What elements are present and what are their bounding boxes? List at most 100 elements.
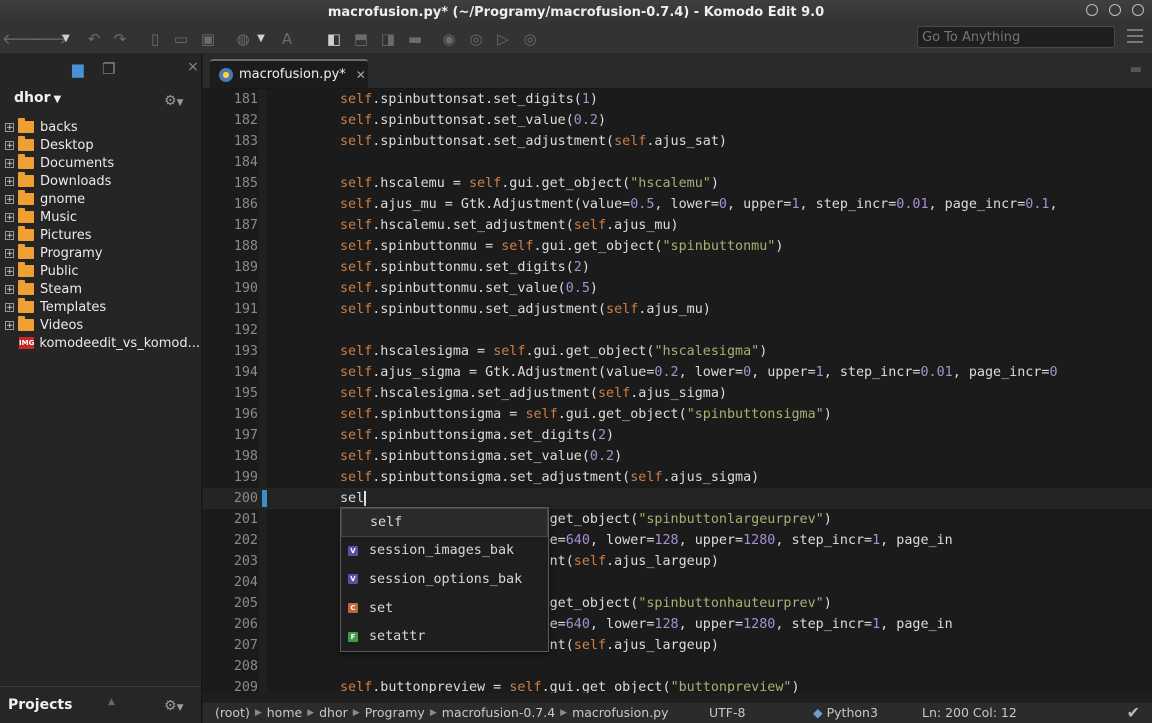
autocomplete-item[interactable]: Vsession_options_bak [341, 565, 548, 594]
code-line[interactable]: 189 self.spinbuttonmu.set_digits(2) [203, 257, 1152, 278]
expand-icon[interactable]: + [5, 176, 14, 186]
code-line[interactable]: 209 self.buttonpreview = self.gui.get_obj… [203, 677, 1152, 693]
code-line[interactable]: 183 self.spinbuttonsat.set_adjustment(sel… [203, 131, 1152, 152]
expand-icon[interactable]: + [5, 194, 14, 204]
breadcrumb-item[interactable]: macrofusion.py [572, 705, 668, 720]
open-folder-icon[interactable]: ▭ [171, 24, 191, 53]
expand-icon[interactable]: + [5, 212, 14, 222]
code-line[interactable]: 196 self.spinbuttonsigma = self.gui.get_o… [203, 404, 1152, 425]
code-line[interactable]: 194 self.ajus_sigma = Gtk.Adjustment(valu… [203, 362, 1152, 383]
autocomplete-item[interactable]: Vsession_images_bak [341, 537, 548, 566]
places-gear-icon[interactable]: ⚙▼ [164, 93, 183, 109]
code-line[interactable]: 199 self.spinbuttonsigma.set_adjustment(s… [203, 467, 1152, 488]
code-line[interactable]: 208 [203, 656, 1152, 677]
tree-item-music[interactable]: + Music [0, 208, 200, 226]
maximize-button[interactable] [1109, 4, 1121, 16]
hamburger-menu-icon[interactable] [1127, 29, 1143, 47]
expand-icon[interactable]: + [5, 284, 14, 294]
code-line[interactable]: 190 self.spinbuttonmu.set_value(0.5) [203, 278, 1152, 299]
code-line[interactable]: 182 self.spinbuttonsat.set_value(0.2) [203, 110, 1152, 131]
go-to-anything-input[interactable] [917, 26, 1115, 48]
breadcrumb-separator-icon: ▶ [560, 707, 568, 718]
code-token: .spinbuttonmu.set_adjustment( [372, 302, 607, 317]
print-icon[interactable]: ▬ [404, 24, 426, 53]
tree-item-public[interactable]: + Public [0, 262, 200, 280]
code-line[interactable]: 186 self.ajus_mu = Gtk.Adjustment(value=0… [203, 194, 1152, 215]
code-line[interactable]: 195 self.hscalesigma.set_adjustment(self.… [203, 383, 1152, 404]
new-file-icon[interactable]: ▯ [145, 24, 165, 53]
code-text: self.buttonpreview = self.gui.get_object… [340, 677, 800, 693]
globe-icon[interactable]: ◍ [233, 24, 253, 53]
expand-icon[interactable]: + [5, 122, 14, 132]
tree-item-documents[interactable]: + Documents [0, 154, 200, 172]
tree-item-gnome[interactable]: + gnome [0, 190, 200, 208]
editor-tab-macrofusion[interactable]: ● macrofusion.py* ✕ [210, 59, 368, 88]
breadcrumb-item[interactable]: home [267, 705, 302, 720]
bottom-pane-toggle-icon[interactable]: ⬒ [350, 24, 372, 53]
stop-macro-icon[interactable]: ◎ [465, 24, 487, 53]
projects-gear-icon[interactable]: ⚙▼ [164, 698, 183, 714]
breadcrumb-item[interactable]: macrofusion-0.7.4 [442, 705, 555, 720]
code-line[interactable]: 181 self.spinbuttonsat.set_digits(1) [203, 89, 1152, 110]
breadcrumb-item[interactable]: dhor [319, 705, 348, 720]
language-indicator[interactable]: ◆ Python3 [813, 705, 878, 720]
current-code-line[interactable]: 200 sel [203, 488, 1152, 509]
collapse-up-icon[interactable]: ▲ [108, 697, 115, 707]
autocomplete-item[interactable]: Cset [341, 594, 548, 623]
code-line[interactable]: 198 self.spinbuttonsigma.set_value(0.2) [203, 446, 1152, 467]
expand-icon[interactable]: + [5, 230, 14, 240]
tree-item-steam[interactable]: + Steam [0, 280, 200, 298]
encoding-indicator[interactable]: UTF-8 [709, 705, 745, 720]
code-line[interactable]: 185 self.hscalemu = self.gui.get_object("… [203, 173, 1152, 194]
font-icon[interactable]: A [277, 24, 297, 53]
right-pane-toggle-icon[interactable]: ◨ [377, 24, 399, 53]
play-macro-icon[interactable]: ▷ [492, 24, 514, 53]
code-line[interactable]: 192 [203, 320, 1152, 341]
left-pane-toggle-icon[interactable]: ◧ [323, 24, 345, 53]
code-line[interactable]: 193 self.hscalesigma = self.gui.get_objec… [203, 341, 1152, 362]
code-line[interactable]: 187 self.hscalemu.set_adjustment(self.aju… [203, 215, 1152, 236]
browser-chevron-down-icon[interactable]: ▼ [254, 24, 268, 53]
tree-item-image-file[interactable]: IMG komodeedit_vs_komod... [0, 334, 200, 352]
code-line[interactable]: 191 self.spinbuttonmu.set_adjustment(self… [203, 299, 1152, 320]
close-window-button[interactable] [1132, 4, 1144, 16]
expand-icon[interactable]: + [5, 266, 14, 276]
code-line[interactable]: 184 [203, 152, 1152, 173]
line-number: 209 [233, 680, 258, 693]
tree-item-templates[interactable]: + Templates [0, 298, 200, 316]
autocomplete-label: setattr [369, 629, 426, 645]
expand-icon[interactable]: + [5, 302, 14, 312]
tree-item-backs[interactable]: + backs [0, 118, 200, 136]
close-pane-icon[interactable]: × [187, 59, 199, 75]
save-macro-icon[interactable]: ◎ [519, 24, 541, 53]
places-root-selector[interactable]: dhor ▼ [14, 90, 61, 106]
autocomplete-item[interactable]: Fsetattr [341, 622, 548, 651]
tree-item-downloads[interactable]: + Downloads [0, 172, 200, 190]
tree-item-videos[interactable]: + Videos [0, 316, 200, 334]
save-icon[interactable]: ▣ [198, 24, 218, 53]
expand-icon[interactable]: + [5, 158, 14, 168]
open-files-tab-icon[interactable]: ❐ [102, 60, 115, 78]
close-tab-icon[interactable]: ✕ [356, 68, 366, 82]
breadcrumb-item[interactable]: (root) [215, 705, 250, 720]
syntax-check-icon[interactable]: ✔ [1127, 703, 1140, 722]
undo-icon[interactable]: ↶ [84, 24, 104, 53]
record-macro-icon[interactable]: ◉ [438, 24, 460, 53]
breadcrumb-item[interactable]: Programy [365, 705, 425, 720]
autocomplete-item[interactable]: self [341, 508, 548, 537]
code-line[interactable]: 197 self.spinbuttonsigma.set_digits(2) [203, 425, 1152, 446]
tree-item-programy[interactable]: + Programy [0, 244, 200, 262]
places-tab-folder-icon[interactable]: ▆ [72, 60, 84, 78]
tab-list-icon[interactable]: ▬ [1130, 62, 1142, 77]
expand-icon[interactable]: + [5, 320, 14, 330]
minimize-button[interactable] [1086, 4, 1098, 16]
tree-item-desktop[interactable]: + Desktop [0, 136, 200, 154]
expand-icon[interactable]: + [5, 140, 14, 150]
code-line[interactable]: 188 self.spinbuttonmu = self.gui.get_obje… [203, 236, 1152, 257]
projects-label[interactable]: Projects [8, 697, 72, 713]
history-chevron-down-icon[interactable]: ▼ [58, 24, 74, 53]
expand-icon[interactable]: + [5, 248, 14, 258]
redo-icon[interactable]: ↷ [110, 24, 130, 53]
tree-item-pictures[interactable]: + Pictures [0, 226, 200, 244]
forward-arrow-icon[interactable]: 🡒 [28, 24, 68, 53]
